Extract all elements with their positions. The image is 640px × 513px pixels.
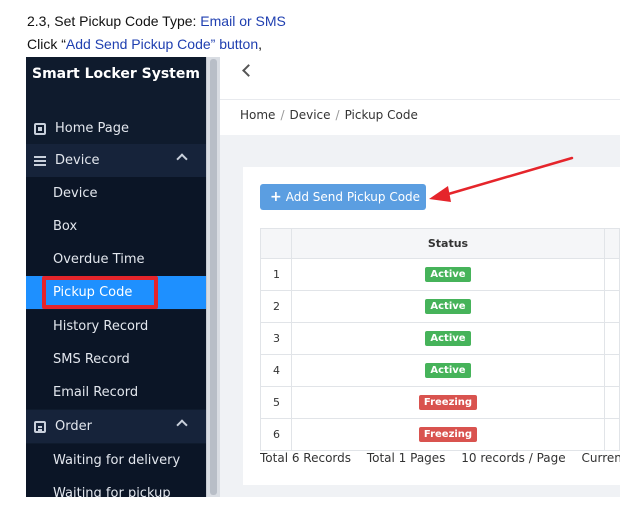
sidebar-item-label: Email Record — [53, 385, 139, 400]
chevron-up-icon — [176, 153, 188, 165]
sidebar-group-label: Order — [55, 419, 92, 434]
sidebar-item-label: Home Page — [55, 121, 129, 136]
home-icon — [34, 122, 46, 135]
sidebar-item-box[interactable]: Box — [26, 210, 206, 243]
table-row[interactable]: 6 Freezing — [260, 418, 620, 451]
status-cell: Active — [290, 290, 606, 323]
button-label: Add Send Pickup Code — [285, 190, 421, 204]
annotation-highlight-box — [42, 276, 158, 309]
breadcrumb-item-device[interactable]: Device — [289, 108, 330, 122]
table-row[interactable]: 2 Active — [260, 290, 620, 323]
status-header: Status — [290, 228, 606, 259]
pickup-code-table: Status 1 Active 2 Active 3 Active 4 Active 5 Free… — [260, 228, 620, 451]
status-cell: Freezing — [290, 418, 606, 451]
chevron-left-icon[interactable] — [242, 64, 255, 77]
sidebar-item-label: SMS Record — [53, 352, 130, 367]
status-cell: Active — [290, 322, 606, 355]
table-cell — [604, 418, 620, 451]
sidebar-item-waiting-delivery[interactable]: Waiting for delivery — [26, 444, 206, 477]
row-index: 3 — [260, 322, 292, 355]
status-cell: Freezing — [290, 386, 606, 419]
row-index: 1 — [260, 258, 292, 291]
sidebar-item-overdue-time[interactable]: Overdue Time — [26, 243, 206, 276]
sidebar-item-sms-record[interactable]: SMS Record — [26, 343, 206, 376]
table-cell — [604, 354, 620, 387]
row-index: 5 — [260, 386, 292, 419]
breadcrumb-item-pickup-code: Pickup Code — [344, 108, 418, 122]
sidebar: Smart Locker System Home Page Device Dev… — [26, 57, 206, 497]
table-cell — [604, 290, 620, 323]
column-header — [604, 228, 620, 259]
instruction-highlight: Email or SMS — [200, 13, 286, 29]
status-badge: Active — [425, 363, 471, 378]
page-size-select[interactable]: 10 records / Page — [461, 451, 565, 465]
row-index: 6 — [260, 418, 292, 451]
add-send-pickup-code-button[interactable]: + Add Send Pickup Code — [260, 184, 426, 210]
sidebar-item-label: Device — [53, 186, 98, 201]
row-index: 4 — [260, 354, 292, 387]
breadcrumb-separator: / — [280, 108, 285, 122]
index-header — [260, 228, 292, 259]
sidebar-group-label: Device — [55, 153, 100, 168]
sidebar-item-history-record[interactable]: History Record — [26, 310, 206, 343]
sidebar-item-label: History Record — [53, 319, 149, 334]
instruction-prefix: 2.3, Set Pickup Code Type: — [27, 13, 201, 29]
top-bar — [220, 57, 620, 99]
status-badge: Active — [425, 267, 471, 282]
order-icon — [34, 420, 46, 433]
sidebar-item-label: Overdue Time — [53, 252, 145, 267]
chevron-up-icon — [176, 419, 188, 431]
menu-icon — [34, 155, 46, 166]
status-badge: Active — [425, 299, 471, 314]
sidebar-item-waiting-pickup[interactable]: Waiting for pickup — [26, 477, 206, 497]
sidebar-item-label: Waiting for pickup — [53, 486, 171, 497]
total-records: Total 6 Records — [260, 451, 352, 465]
breadcrumb-item-home[interactable]: Home — [240, 108, 275, 122]
status-cell: Active — [290, 258, 606, 291]
table-row[interactable]: 5 Freezing — [260, 386, 620, 419]
plus-icon: + — [270, 189, 282, 205]
breadcrumb-separator: / — [335, 108, 340, 122]
sidebar-item-label: Box — [53, 219, 78, 234]
status-badge: Active — [425, 331, 471, 346]
current-page: Current Pa — [581, 451, 620, 465]
row-index: 2 — [260, 290, 292, 323]
status-badge: Freezing — [418, 427, 478, 442]
total-pages: Total 1 Pages — [366, 451, 446, 465]
sidebar-group-order[interactable]: Order — [26, 410, 206, 443]
instruction-suffix: , — [258, 36, 263, 52]
table-header-row: Status — [260, 228, 620, 259]
status-cell: Active — [290, 354, 606, 387]
table-row[interactable]: 3 Active — [260, 322, 620, 355]
sidebar-item-device[interactable]: Device — [26, 177, 206, 210]
table-cell — [604, 322, 620, 355]
sidebar-item-home[interactable]: Home Page — [26, 112, 206, 145]
breadcrumb: Home / Device / Pickup Code — [220, 99, 620, 135]
status-badge: Freezing — [418, 395, 478, 410]
scrollbar-thumb[interactable] — [210, 59, 217, 495]
sidebar-scrollbar[interactable] — [206, 57, 220, 497]
main-content: Home / Device / Pickup Code + Add Send Picku… — [220, 57, 620, 497]
pagination: Total 6 Records Total 1 Pages 10 records… — [260, 451, 620, 465]
sidebar-item-email-record[interactable]: Email Record — [26, 376, 206, 409]
table-row[interactable]: 4 Active — [260, 354, 620, 387]
sidebar-item-label: Waiting for delivery — [53, 453, 181, 468]
instruction-prefix: Click “ — [27, 36, 66, 52]
table-row[interactable]: 1 Active — [260, 258, 620, 291]
table-cell — [604, 258, 620, 291]
instruction-highlight: Add Send Pickup Code” button — [65, 36, 259, 52]
instruction-line-1: 2.3, Set Pickup Code Type: Email or SMS — [27, 13, 286, 29]
instruction-line-2: Click “Add Send Pickup Code” button, — [27, 36, 262, 52]
table-cell — [604, 386, 620, 419]
content-card: + Add Send Pickup Code Status 1 Active 2 Ac… — [243, 167, 620, 485]
sidebar-group-device[interactable]: Device — [26, 144, 206, 177]
app-screenshot: Smart Locker System Home Page Device Dev… — [26, 57, 620, 497]
brand-title: Smart Locker System — [32, 66, 200, 82]
